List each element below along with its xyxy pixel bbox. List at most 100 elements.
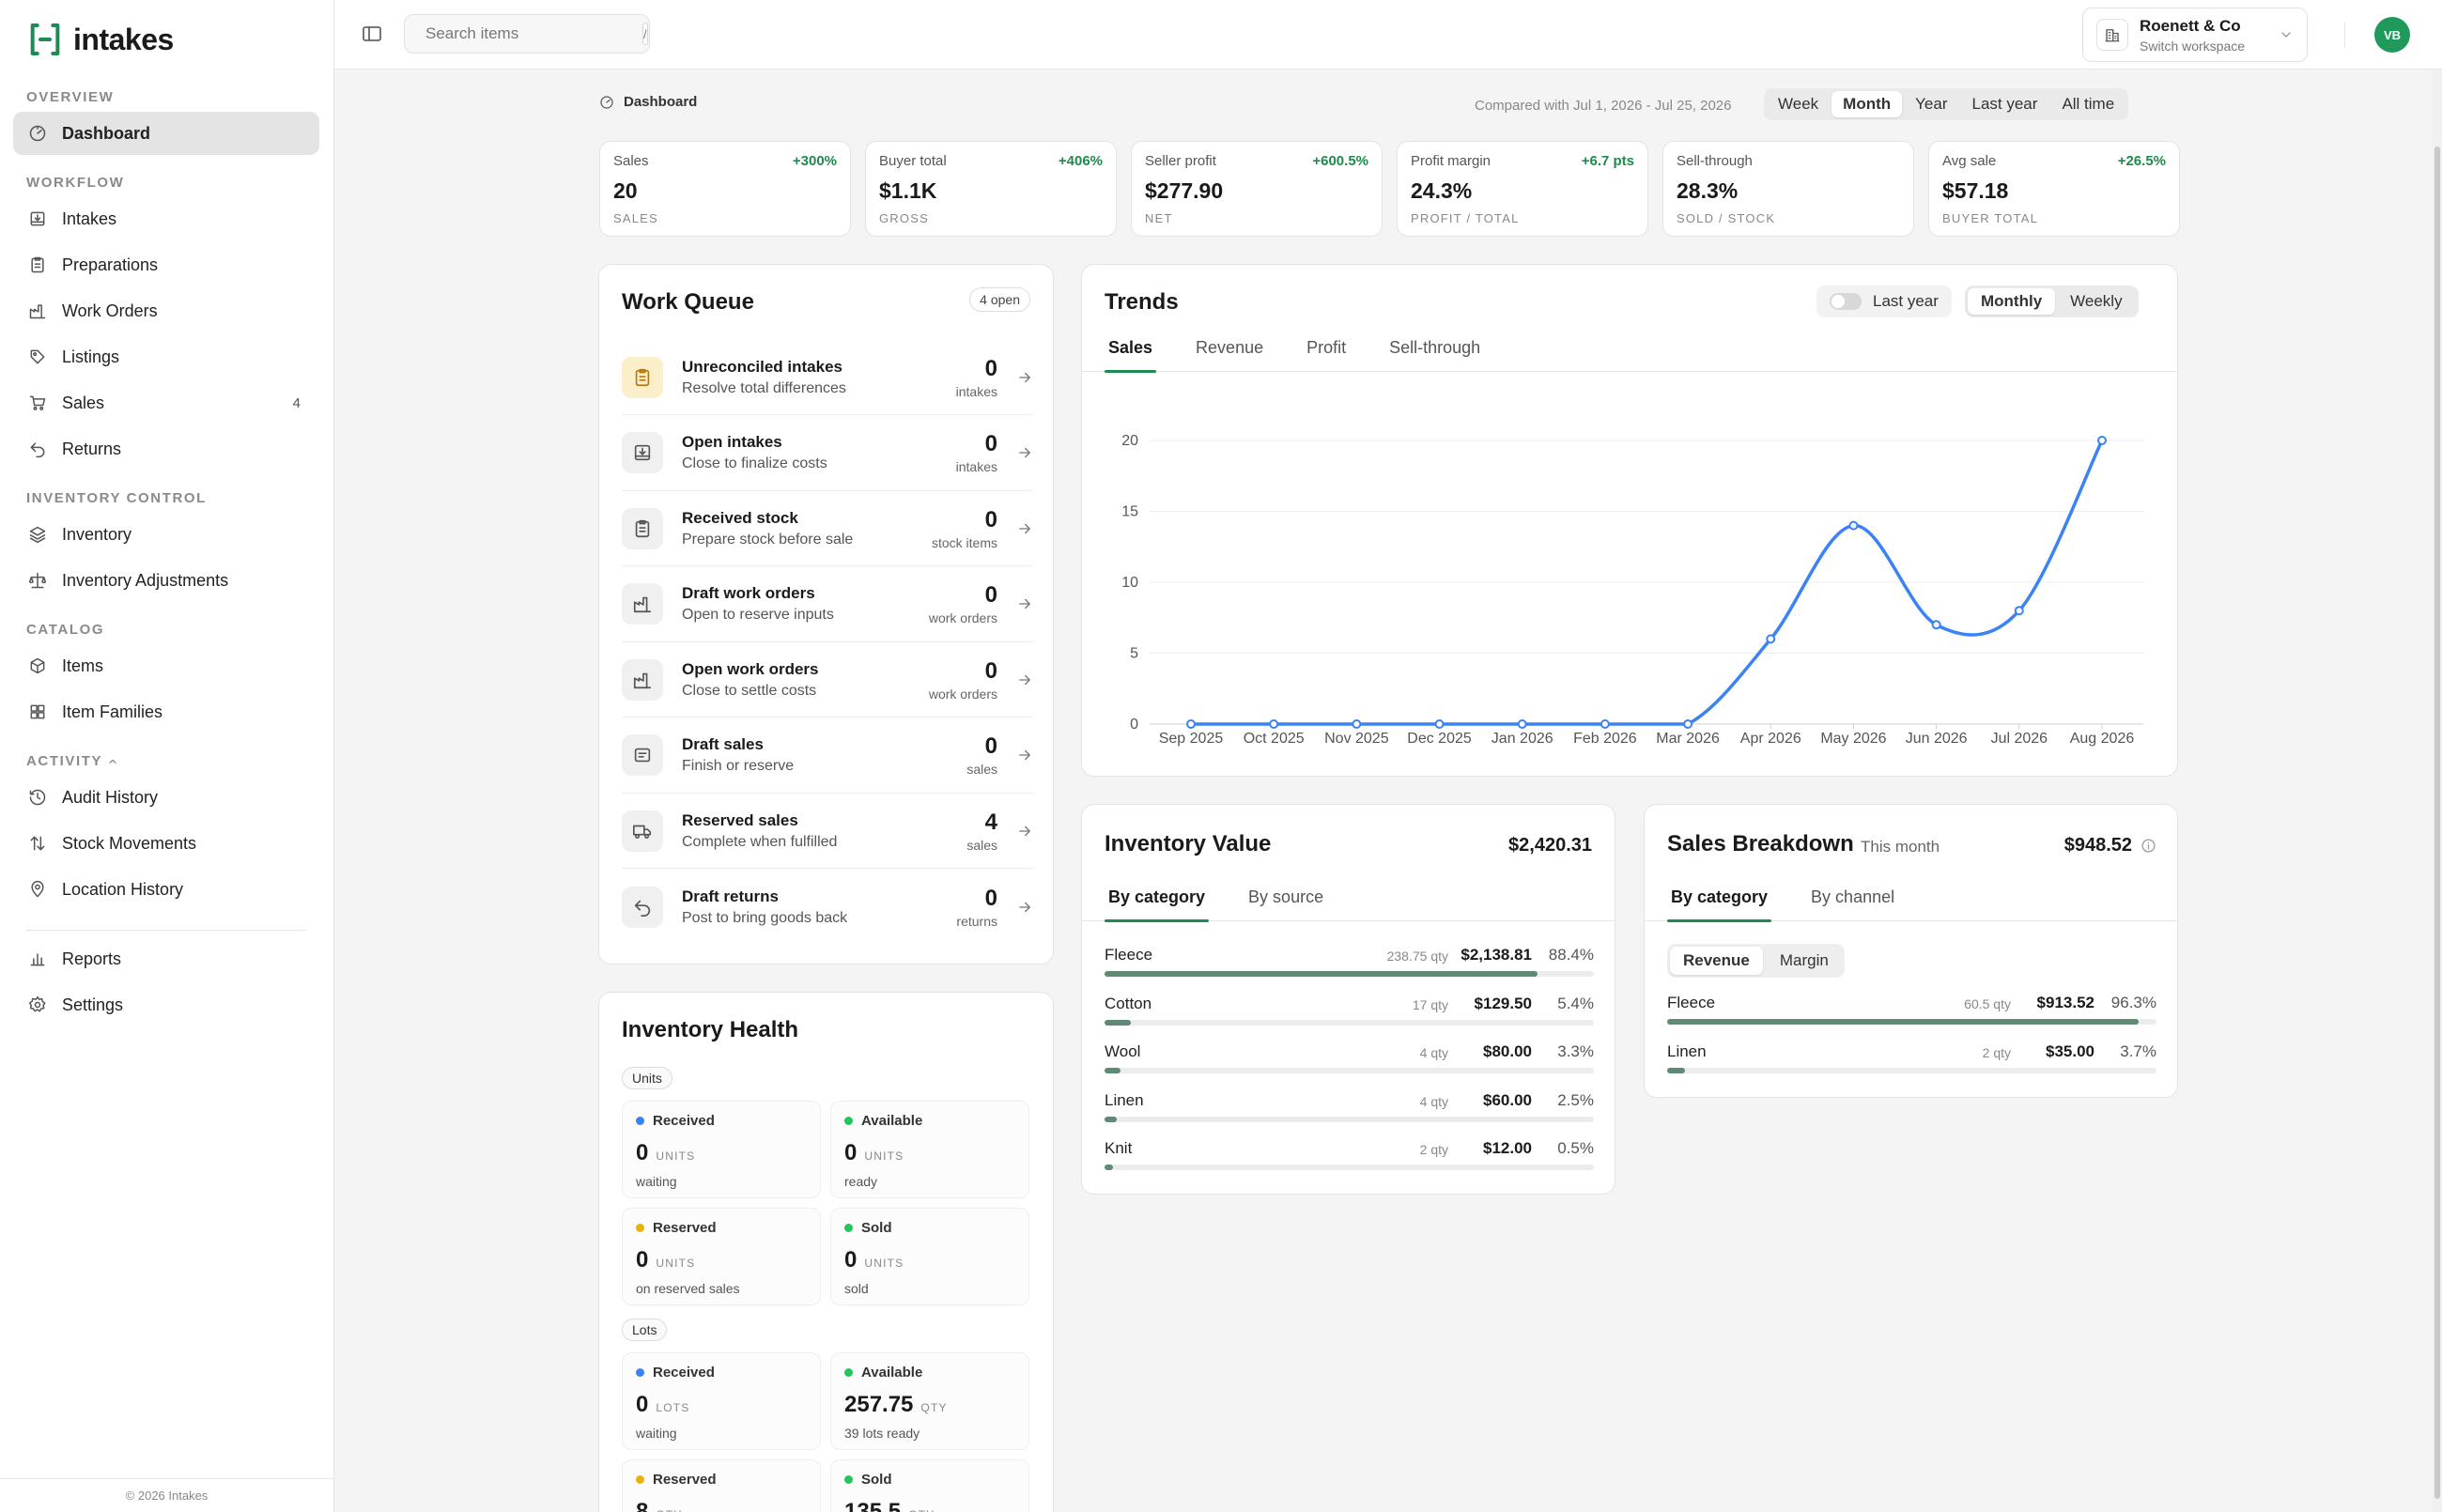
page-scrollbar[interactable] <box>2433 69 2442 1512</box>
data-point[interactable] <box>1600 719 1610 729</box>
breakdown-value: $2,138.81 <box>1461 946 1532 964</box>
health-stat-label: Received <box>653 1365 715 1381</box>
breakdown-row[interactable]: Fleece 238.75 qty $2,138.81 88.4% <box>1105 946 1594 994</box>
work-queue-row[interactable]: Draft returns Post to bring goods back 0 re… <box>622 870 1033 945</box>
kpi-sublabel: BUYER TOTAL <box>1942 211 2039 225</box>
arrow-right-icon[interactable] <box>1016 747 1033 764</box>
range-option-year[interactable]: Year <box>1904 91 1958 117</box>
sidebar-item-item-families[interactable]: Item Families <box>13 690 319 733</box>
work-queue-row[interactable]: Received stock Prepare stock before sale 0… <box>622 491 1033 566</box>
work-queue-count-unit: stock items <box>931 534 997 550</box>
dashboard-icon <box>28 124 47 143</box>
data-point[interactable] <box>1517 719 1527 729</box>
health-stat-value-row: 0 UNITS <box>636 1140 807 1166</box>
arrow-right-icon[interactable] <box>1016 899 1033 916</box>
work-queue-count-value: 0 <box>984 431 997 456</box>
data-point[interactable] <box>1269 719 1279 729</box>
arrow-right-icon[interactable] <box>1016 823 1033 840</box>
work-queue-row[interactable]: Draft sales Finish or reserve 0 sales <box>622 718 1033 794</box>
breakdown-row[interactable]: Cotton 17 qty $129.50 5.4% <box>1105 995 1594 1042</box>
search-input[interactable] <box>425 24 633 43</box>
sidebar-item-settings[interactable]: Settings <box>13 983 319 1026</box>
arrow-right-icon[interactable] <box>1016 595 1033 612</box>
data-point[interactable] <box>1766 634 1776 644</box>
kpi-card: Seller profit +600.5% $277.90 NET <box>1131 141 1383 237</box>
x-tick-label: Mar 2026 <box>1656 731 1720 747</box>
sidebar-item-inventory[interactable]: Inventory <box>13 513 319 556</box>
work-queue-count-value: 0 <box>984 506 997 532</box>
health-stat-label: Reserved <box>653 1472 717 1488</box>
tab-by-source[interactable]: By source <box>1244 872 1327 921</box>
sidebar-item-sales[interactable]: Sales 4 <box>13 381 319 424</box>
data-point[interactable] <box>1848 520 1859 531</box>
scrollbar-thumb[interactable] <box>2434 147 2440 1499</box>
info-icon[interactable] <box>2141 838 2156 854</box>
breakdown-row[interactable]: Linen 4 qty $60.00 2.5% <box>1105 1091 1594 1139</box>
range-option-week[interactable]: Week <box>1767 91 1830 117</box>
work-queue-count: 0 intakes <box>956 356 997 399</box>
range-option-all-time[interactable]: All time <box>2050 91 2125 117</box>
health-stat-header: Reserved <box>636 1220 807 1236</box>
sidebar-item-stock-movements[interactable]: Stock Movements <box>13 822 319 865</box>
arrow-right-icon[interactable] <box>1016 369 1033 386</box>
work-queue-row-desc: Close to finalize costs <box>682 455 827 471</box>
avatar[interactable]: VB <box>2374 17 2410 53</box>
range-option-last-year[interactable]: Last year <box>1961 91 2049 117</box>
sidebar-item-inventory-adjustments[interactable]: Inventory Adjustments <box>13 559 319 602</box>
arrow-right-icon[interactable] <box>1016 671 1033 688</box>
work-queue-count-unit: work orders <box>928 610 997 625</box>
work-queue-row[interactable]: Draft work orders Open to reserve inputs 0… <box>622 567 1033 642</box>
tray-download-icon <box>622 432 663 473</box>
kpi-value: 20 <box>613 178 638 203</box>
search-box[interactable]: / <box>404 14 650 54</box>
sidebar-item-label: Reports <box>62 949 122 968</box>
data-point[interactable] <box>1683 719 1693 729</box>
sidebar-item-items[interactable]: Items <box>13 644 319 687</box>
arrow-right-icon[interactable] <box>1016 520 1033 537</box>
work-queue-row-title: Draft work orders <box>682 584 815 602</box>
health-stat-value-row: 0 UNITS <box>844 1247 1015 1273</box>
breakdown-row[interactable]: Knit 2 qty $12.00 0.5% <box>1105 1139 1594 1187</box>
breakdown-row[interactable]: Wool 4 qty $80.00 3.3% <box>1105 1042 1594 1090</box>
section-activity[interactable]: ACTIVITY <box>26 753 117 769</box>
section-inventory-control: INVENTORY CONTROL <box>26 490 207 506</box>
workspace-switcher[interactable]: Roenett & Co Switch workspace <box>2082 8 2308 62</box>
data-point[interactable] <box>1352 719 1362 729</box>
tab-by-category[interactable]: By category <box>1667 872 1772 922</box>
sidebar-item-label: Returns <box>62 439 122 458</box>
data-point[interactable] <box>2014 606 2024 616</box>
sidebar-item-audit-history[interactable]: Audit History <box>13 776 319 819</box>
sidebar-item-work-orders[interactable]: Work Orders <box>13 289 319 332</box>
data-point[interactable] <box>2097 436 2107 445</box>
status-dot <box>844 1368 853 1377</box>
sidebar-item-preparations[interactable]: Preparations <box>13 243 319 286</box>
data-point[interactable] <box>1186 719 1196 729</box>
work-queue-count-unit: intakes <box>955 459 997 474</box>
data-point[interactable] <box>1434 719 1445 729</box>
health-stat-label: Received <box>653 1113 715 1129</box>
tab-by-channel[interactable]: By channel <box>1807 872 1898 921</box>
work-queue-row[interactable]: Open intakes Close to finalize costs 0 inta… <box>622 416 1033 491</box>
sidebar-item-returns[interactable]: Returns <box>13 427 319 471</box>
work-queue-row[interactable]: Reserved sales Complete when fulfilled 4 sa… <box>622 794 1033 869</box>
breakdown-row[interactable]: Linen 2 qty $35.00 3.7% <box>1667 1042 2156 1090</box>
sidebar-item-listings[interactable]: Listings <box>13 335 319 378</box>
sidebar-item-reports[interactable]: Reports <box>13 937 319 980</box>
sidebar-item-dashboard[interactable]: Dashboard <box>13 112 319 155</box>
sidebar-item-location-history[interactable]: Location History <box>13 868 319 911</box>
work-queue-row-desc: Post to bring goods back <box>682 909 848 926</box>
arrow-right-icon[interactable] <box>1016 444 1033 461</box>
sidebar-item-intakes[interactable]: Intakes <box>13 197 319 240</box>
breakdown-row[interactable]: Fleece 60.5 qty $913.52 96.3% <box>1667 994 2156 1041</box>
brand[interactable]: intakes <box>26 21 174 58</box>
work-queue-row[interactable]: Unreconciled intakes Resolve total differ… <box>622 340 1033 415</box>
tab-by-category[interactable]: By category <box>1105 872 1210 922</box>
range-option-month[interactable]: Month <box>1832 91 1903 117</box>
trends-card: Trends Last year Monthly Weekly Sales Reve… <box>1081 264 2178 777</box>
work-queue-row[interactable]: Open work orders Close to settle costs 0 wo… <box>622 642 1033 717</box>
metric-option-revenue[interactable]: Revenue <box>1670 947 1763 975</box>
metric-option-margin[interactable]: Margin <box>1767 947 1842 975</box>
sidebar-toggle-icon[interactable] <box>361 23 383 45</box>
sales-breakdown-subtitle: This month <box>1861 838 1940 856</box>
data-point[interactable] <box>1931 620 1941 630</box>
